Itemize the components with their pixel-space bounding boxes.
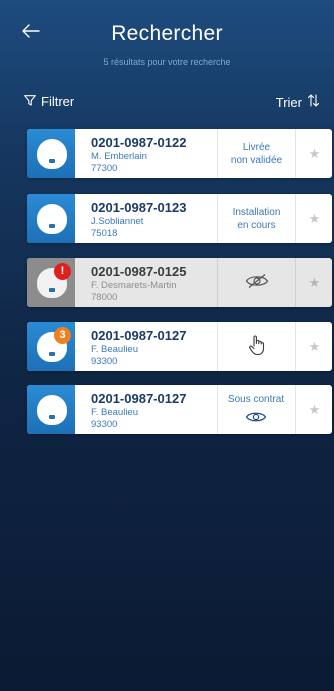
eye-slash-icon (245, 273, 269, 293)
funnel-icon (24, 94, 36, 109)
status-cell (217, 322, 295, 371)
star-icon[interactable]: ★ (295, 194, 332, 243)
device-thumbnail (27, 385, 75, 434)
result-zip: 78000 (91, 292, 118, 303)
toolbar: Filtrer Trier (24, 94, 320, 110)
status-cell (217, 258, 295, 307)
result-customer: M. Emberlain (91, 151, 147, 162)
result-card[interactable]: ! 0201-0987-0125 F. Desmarets-Martin 780… (27, 258, 332, 307)
star-icon[interactable]: ★ (295, 385, 332, 434)
eye-icon (245, 411, 267, 427)
sort-button[interactable]: Trier (276, 94, 320, 110)
result-zip: 77300 (91, 163, 118, 174)
device-thumbnail (27, 194, 75, 243)
alert-badge: ! (54, 263, 71, 280)
result-card[interactable]: 0201-0987-0127 F. Beaulieu 93300 Sous co… (27, 385, 332, 434)
filter-label: Filtrer (41, 94, 75, 109)
star-icon[interactable]: ★ (295, 322, 332, 371)
status-cell: Installation en cours (217, 194, 295, 243)
results-count: 5 résultats pour votre recherche (103, 57, 231, 67)
hand-pointer-icon (248, 334, 266, 360)
status-cell: Livrée non validée (217, 129, 295, 178)
header: Rechercher 5 résultats pour votre recher… (0, 0, 334, 80)
page-title: Rechercher (111, 22, 223, 45)
result-zip: 75018 (91, 228, 118, 239)
notification-count-badge: 3 (54, 327, 71, 344)
result-zip: 93300 (91, 356, 118, 367)
result-customer: F. Beaulieu (91, 344, 139, 355)
sort-label: Trier (275, 94, 302, 110)
result-reference: 0201-0987-0125 (91, 264, 187, 279)
result-card[interactable]: 0201-0987-0122 M. Emberlain 77300 Livrée… (27, 129, 332, 178)
result-zip: 93300 (91, 419, 118, 430)
result-customer: F. Beaulieu (91, 407, 139, 418)
device-icon (37, 139, 67, 169)
status-line: Installation (232, 206, 281, 218)
star-icon[interactable]: ★ (295, 258, 332, 307)
filter-button[interactable]: Filtrer (24, 94, 74, 109)
result-card[interactable]: 0201-0987-0123 J.Sobliannet 75018 Instal… (27, 194, 332, 243)
result-reference: 0201-0987-0122 (91, 135, 187, 150)
result-customer: F. Desmarets-Martin (91, 280, 177, 291)
status-line: non validée (230, 154, 283, 166)
result-customer: J.Sobliannet (91, 216, 144, 227)
result-reference: 0201-0987-0123 (91, 200, 187, 215)
status-line: Livrée (242, 141, 271, 153)
status-cell: Sous contrat (217, 385, 294, 434)
star-icon[interactable]: ★ (295, 129, 332, 178)
device-icon (37, 395, 67, 425)
sort-arrows-icon (307, 94, 320, 110)
device-icon (37, 204, 67, 234)
status-line: en cours (237, 219, 276, 231)
result-card[interactable]: 3 0201-0987-0127 F. Beaulieu 93300 ★ (27, 322, 332, 371)
result-reference: 0201-0987-0127 (91, 328, 187, 343)
status-line: Sous contrat (227, 394, 285, 405)
device-thumbnail (27, 129, 75, 178)
result-reference: 0201-0987-0127 (91, 391, 187, 406)
